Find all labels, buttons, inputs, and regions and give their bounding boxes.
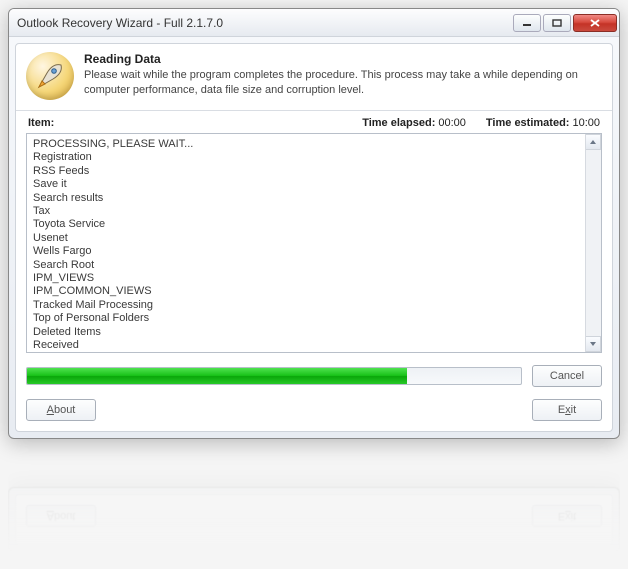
estimated-label: Time estimated: — [486, 117, 570, 129]
log-line: IPM_VIEWS — [33, 272, 579, 285]
about-button[interactable]: About — [26, 399, 96, 421]
status-times: Time elapsed:00:00 Time estimated:10:00 — [362, 117, 600, 129]
chevron-down-icon — [589, 341, 597, 347]
minimize-button[interactable] — [513, 14, 541, 32]
heading-text: Reading Data — [84, 52, 602, 66]
log-line: Wells Fargo — [33, 245, 579, 258]
chevron-up-icon — [589, 139, 597, 145]
titlebar: Outlook Recovery Wizard - Full 2.1.7.0 — [9, 9, 619, 37]
time-estimated: Time estimated:10:00 — [486, 117, 600, 129]
log-line: Deleted Items — [33, 326, 579, 339]
subheading-text: Please wait while the program completes … — [84, 68, 602, 98]
status-item: Item: — [28, 117, 54, 129]
window-title: Outlook Recovery Wizard - Full 2.1.7.0 — [17, 16, 223, 30]
maximize-icon — [552, 19, 562, 27]
header-text-group: Reading Data Please wait while the progr… — [84, 52, 602, 98]
rocket-icon — [33, 59, 67, 93]
about-rest: bout — [54, 404, 75, 416]
window-controls — [513, 14, 617, 32]
elapsed-label: Time elapsed: — [362, 117, 435, 129]
log-line: Registration — [33, 151, 579, 164]
reflection-decoration: About Exit — [8, 443, 620, 553]
exit-post: it — [571, 404, 577, 416]
log-line: Search Root — [33, 259, 579, 272]
progress-row: Cancel — [26, 365, 602, 387]
progress-fill — [27, 368, 407, 384]
log-line: Tracked Mail Processing — [33, 299, 579, 312]
log-line: Save it — [33, 178, 579, 191]
exit-pre: E — [558, 404, 565, 416]
app-window: Outlook Recovery Wizard - Full 2.1.7.0 — [8, 8, 620, 439]
log-line: IPM_COMMON_VIEWS — [33, 285, 579, 298]
close-button[interactable] — [573, 14, 617, 32]
wizard-icon — [26, 52, 74, 100]
log-line: Usenet — [33, 232, 579, 245]
log-line: Received — [33, 339, 579, 352]
log-content: PROCESSING, PLEASE WAIT... RegistrationR… — [27, 134, 585, 352]
close-icon — [589, 18, 601, 28]
log-line: Top of Personal Folders — [33, 312, 579, 325]
footer-row: About Exit — [26, 399, 602, 421]
log-line: Tax — [33, 205, 579, 218]
scrollbar[interactable] — [585, 134, 601, 352]
log-line: RSS Feeds — [33, 165, 579, 178]
about-mnemonic: A — [47, 404, 54, 416]
elapsed-value: 00:00 — [438, 117, 466, 129]
status-row: Item: Time elapsed:00:00 Time estimated:… — [26, 117, 602, 129]
minimize-icon — [522, 19, 532, 27]
log-listbox: PROCESSING, PLEASE WAIT... RegistrationR… — [26, 133, 602, 353]
log-line: Search results — [33, 192, 579, 205]
scroll-down-button[interactable] — [586, 336, 601, 352]
header-row: Reading Data Please wait while the progr… — [26, 52, 602, 100]
exit-button[interactable]: Exit — [532, 399, 602, 421]
content-panel: Reading Data Please wait while the progr… — [15, 43, 613, 432]
cancel-button[interactable]: Cancel — [532, 365, 602, 387]
item-label: Item: — [28, 117, 54, 129]
scroll-up-button[interactable] — [586, 134, 601, 150]
maximize-button[interactable] — [543, 14, 571, 32]
log-line: Toyota Service — [33, 218, 579, 231]
progress-bar — [26, 367, 522, 385]
estimated-value: 10:00 — [572, 117, 600, 129]
time-elapsed: Time elapsed:00:00 — [362, 117, 466, 129]
divider — [16, 110, 612, 111]
processing-line: PROCESSING, PLEASE WAIT... — [33, 138, 579, 151]
